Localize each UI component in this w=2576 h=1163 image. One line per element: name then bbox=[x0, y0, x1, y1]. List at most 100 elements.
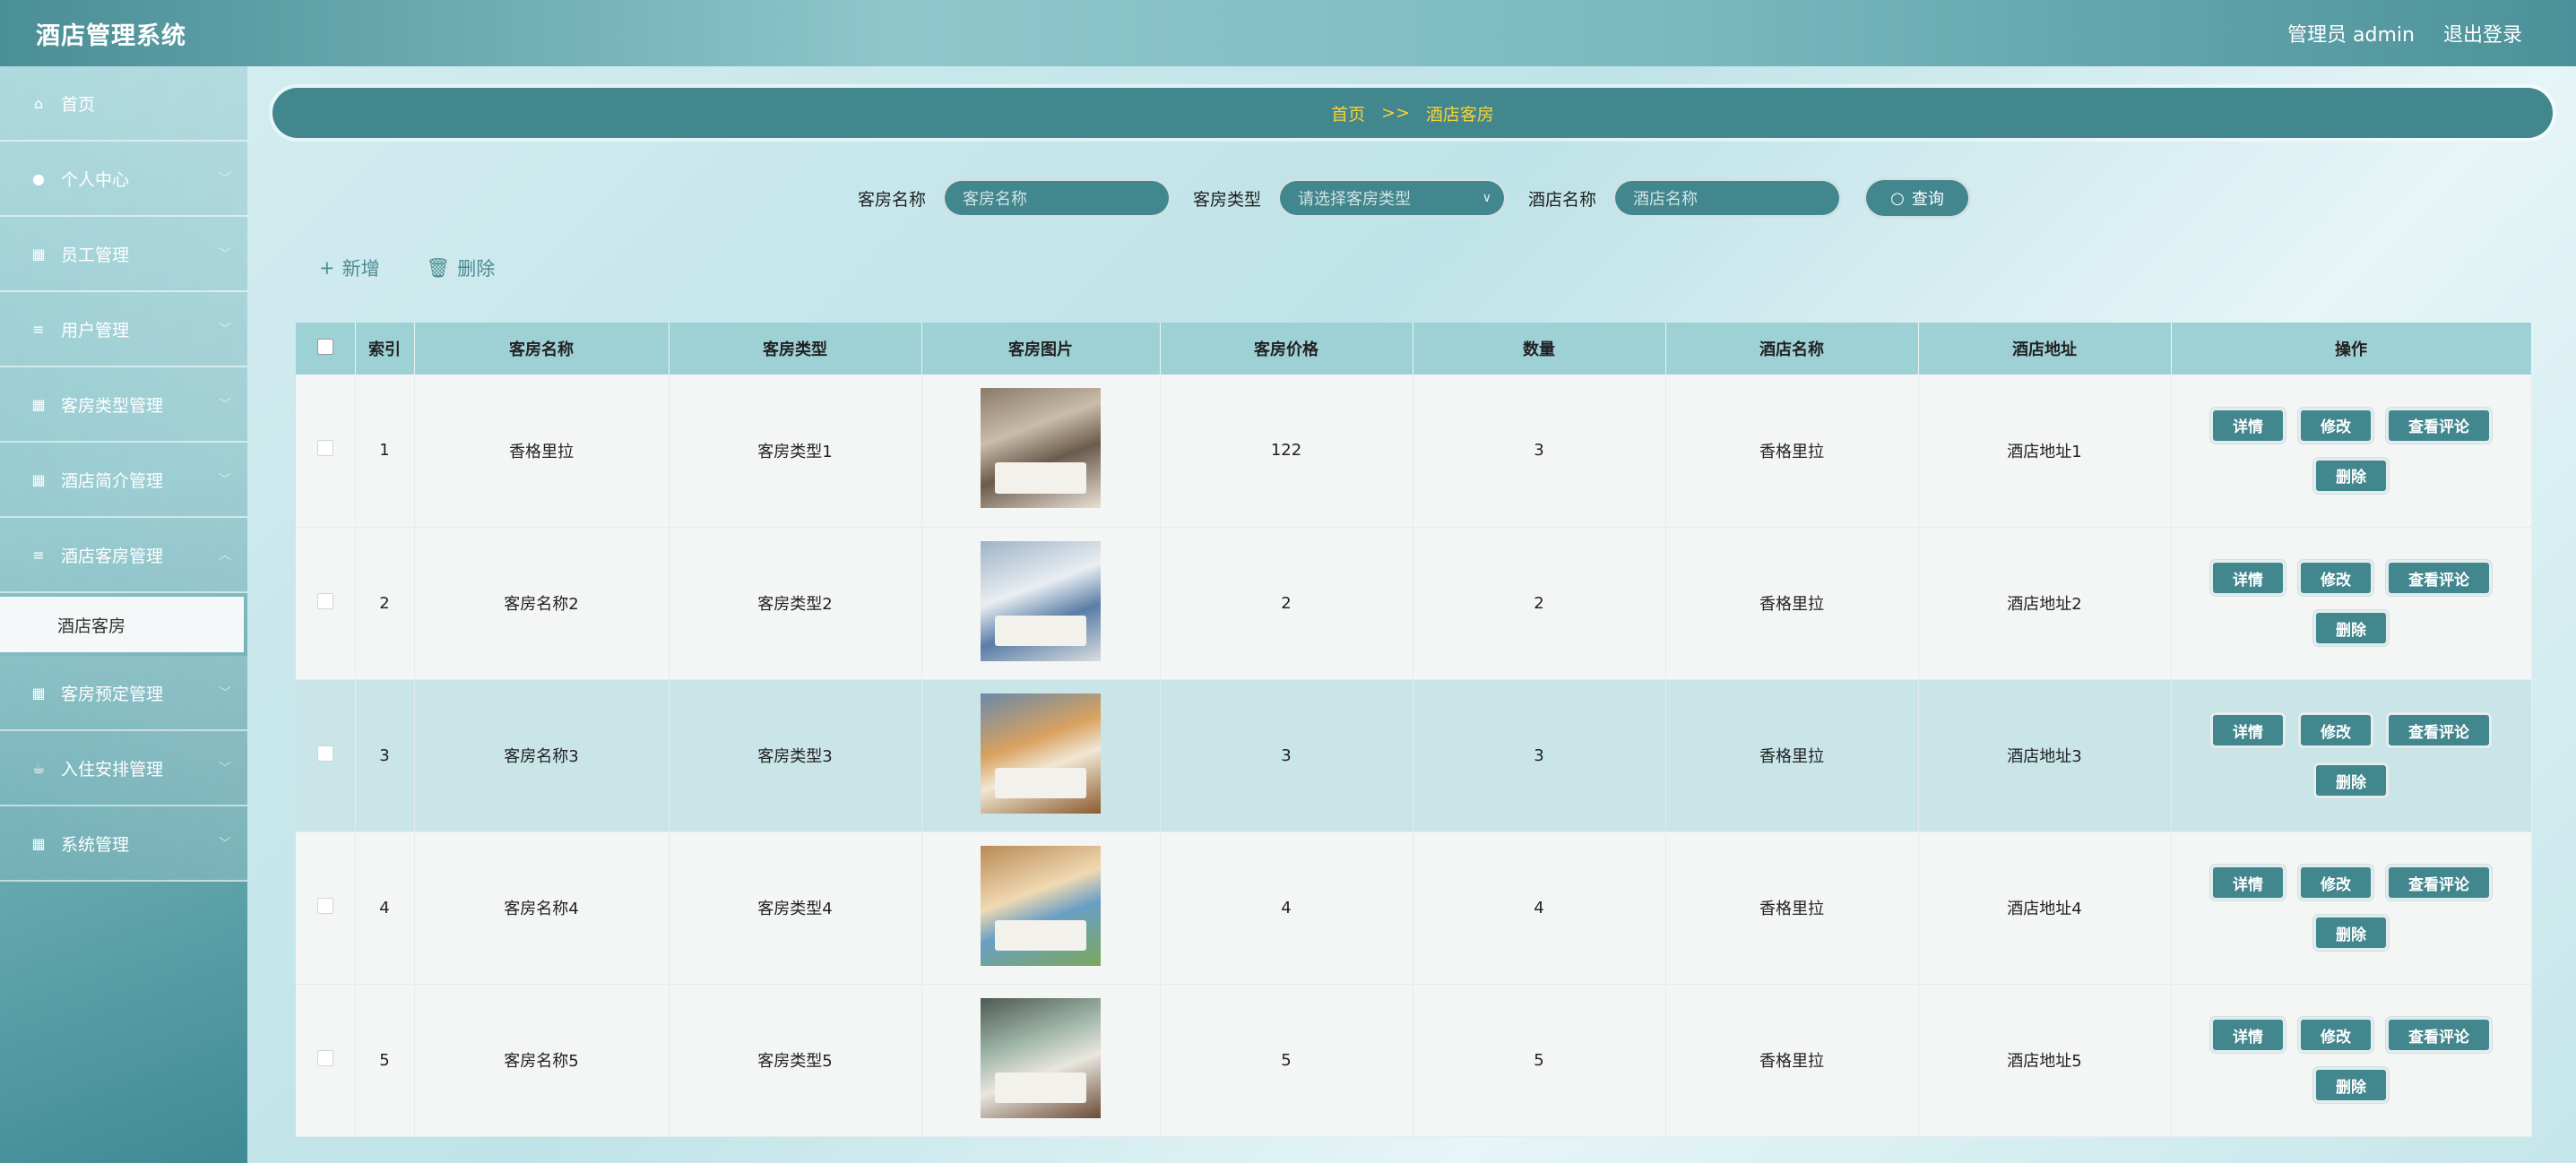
detail-button[interactable]: 详情 bbox=[2210, 1017, 2286, 1053]
sidebar-item-profile[interactable]: ● 个人中心 ﹀ bbox=[0, 142, 247, 217]
view-reviews-button[interactable]: 查看评论 bbox=[2386, 560, 2492, 596]
breadcrumb-separator: >> bbox=[1381, 103, 1410, 123]
cup-icon: ☕ bbox=[31, 759, 46, 777]
sidebar-item-label: 入住安排管理 bbox=[61, 759, 164, 780]
hotel-address-cell: 酒店地址2 bbox=[1918, 527, 2172, 680]
room-name-cell: 客房名称4 bbox=[414, 831, 670, 985]
delete-button[interactable]: 删除 bbox=[2313, 915, 2389, 951]
sidebar-item-room-types[interactable]: ▦ 客房类型管理 ﹀ bbox=[0, 367, 247, 443]
table-row: 2 客房名称2 客房类型2 2 2 香格里拉 酒店地址2 详情 修改 查看评论 … bbox=[296, 527, 2532, 680]
room-image bbox=[981, 693, 1101, 814]
sidebar-item-hotel-intro[interactable]: ▦ 酒店简介管理 ﹀ bbox=[0, 443, 247, 518]
column-header: 客房图片 bbox=[921, 323, 1161, 375]
sidebar-subitem-hotel-rooms[interactable]: 酒店客房 bbox=[0, 597, 244, 652]
room-type-placeholder: 请选择客房类型 bbox=[1298, 190, 1411, 209]
room-name-label: 客房名称 bbox=[857, 189, 926, 210]
toolbar: + 新增 🗑 删除 bbox=[319, 254, 495, 281]
breadcrumb-home[interactable]: 首页 bbox=[1331, 101, 1365, 125]
row-select-cell bbox=[296, 527, 356, 680]
grid-icon: ▦ bbox=[31, 395, 46, 413]
sidebar-item-reservations[interactable]: ▦ 客房预定管理 ﹀ bbox=[0, 656, 247, 731]
column-header: 客房类型 bbox=[669, 323, 922, 375]
detail-button[interactable]: 详情 bbox=[2210, 712, 2286, 748]
hotel-address-cell: 酒店地址3 bbox=[1918, 679, 2172, 832]
room-name-input[interactable]: 客房名称 bbox=[941, 178, 1171, 218]
chevron-up-icon: ︿ bbox=[219, 548, 231, 563]
edit-button[interactable]: 修改 bbox=[2298, 407, 2373, 444]
detail-button[interactable]: 详情 bbox=[2210, 407, 2286, 444]
logout-button[interactable]: 退出登录 bbox=[2443, 19, 2522, 47]
sidebar: ⌂ 首页 ● 个人中心 ﹀ ▦ 员工管理 ﹀ ≡ 用户管理 ﹀ ▦ 客房类型管理… bbox=[0, 66, 247, 1163]
delete-button[interactable]: 删除 bbox=[2313, 457, 2389, 494]
hotel-address-cell: 酒店地址1 bbox=[1918, 375, 2172, 528]
room-type-select[interactable]: 请选择客房类型 ∨ bbox=[1277, 178, 1507, 218]
view-reviews-button[interactable]: 查看评论 bbox=[2386, 712, 2492, 748]
delete-button[interactable]: 删除 bbox=[2313, 610, 2389, 646]
room-type-label: 客房类型 bbox=[1192, 189, 1261, 210]
room-image-cell bbox=[921, 527, 1161, 680]
breadcrumb: 首页 >> 酒店客房 bbox=[272, 88, 2553, 138]
room-type-cell: 客房类型4 bbox=[669, 831, 922, 985]
room-image bbox=[981, 388, 1101, 509]
operations-cell: 详情 修改 查看评论 删除 bbox=[2171, 527, 2532, 680]
quantity-cell: 4 bbox=[1413, 831, 1666, 985]
app-title: 酒店管理系统 bbox=[36, 22, 186, 50]
detail-button[interactable]: 详情 bbox=[2210, 560, 2286, 596]
home-icon: ⌂ bbox=[33, 94, 44, 112]
edit-button[interactable]: 修改 bbox=[2298, 1017, 2373, 1053]
room-type-cell: 客房类型5 bbox=[669, 984, 922, 1137]
edit-button[interactable]: 修改 bbox=[2298, 865, 2373, 900]
query-button-label: 查询 bbox=[1911, 190, 1944, 209]
room-image bbox=[981, 540, 1101, 661]
view-reviews-button[interactable]: 查看评论 bbox=[2386, 1017, 2492, 1053]
row-checkbox[interactable] bbox=[316, 1049, 333, 1066]
hotel-name-cell: 香格里拉 bbox=[1665, 831, 1919, 985]
edit-button[interactable]: 修改 bbox=[2298, 712, 2373, 748]
add-button[interactable]: + 新增 bbox=[319, 254, 380, 281]
view-reviews-button[interactable]: 查看评论 bbox=[2386, 865, 2492, 900]
table-row: 1 香格里拉 客房类型1 122 3 香格里拉 酒店地址1 详情 修改 查看评论… bbox=[296, 375, 2532, 528]
sidebar-item-home[interactable]: ⌂ 首页 bbox=[0, 66, 247, 142]
sidebar-item-system[interactable]: ▦ 系统管理 ﹀ bbox=[0, 806, 247, 882]
detail-button[interactable]: 详情 bbox=[2210, 865, 2286, 900]
row-checkbox[interactable] bbox=[316, 592, 333, 609]
room-image-cell bbox=[921, 679, 1161, 832]
sidebar-item-label: 客房类型管理 bbox=[61, 395, 164, 416]
list-icon: ≡ bbox=[32, 546, 45, 564]
row-checkbox[interactable] bbox=[316, 440, 333, 457]
query-button[interactable]: ○ 查询 bbox=[1863, 177, 1972, 219]
column-header: 客房名称 bbox=[414, 323, 670, 375]
table-row: 4 客房名称4 客房类型4 4 4 香格里拉 酒店地址4 详情 修改 查看评论 … bbox=[296, 831, 2532, 985]
search-icon: ○ bbox=[1890, 188, 1905, 208]
select-all-checkbox[interactable] bbox=[316, 338, 333, 355]
sidebar-item-hotel-rooms[interactable]: ≡ 酒店客房管理 ︿ bbox=[0, 518, 247, 593]
hotel-name-cell: 香格里拉 bbox=[1665, 527, 1919, 680]
breadcrumb-current: 酒店客房 bbox=[1425, 104, 1494, 125]
room-name-cell: 香格里拉 bbox=[414, 375, 670, 528]
sidebar-item-label: 酒店简介管理 bbox=[61, 470, 164, 491]
row-select-cell bbox=[296, 984, 356, 1137]
sidebar-item-label: 员工管理 bbox=[61, 245, 130, 265]
hotel-name-input[interactable]: 酒店名称 bbox=[1612, 178, 1843, 218]
row-checkbox[interactable] bbox=[316, 745, 333, 762]
sidebar-item-staff[interactable]: ▦ 员工管理 ﹀ bbox=[0, 217, 247, 292]
delete-button[interactable]: 删除 bbox=[2313, 1067, 2389, 1103]
edit-button[interactable]: 修改 bbox=[2298, 560, 2373, 596]
operations-cell: 详情 修改 查看评论 删除 bbox=[2171, 375, 2532, 528]
sidebar-item-label: 个人中心 bbox=[61, 169, 130, 190]
sidebar-item-users[interactable]: ≡ 用户管理 ﹀ bbox=[0, 292, 247, 367]
sidebar-item-label: 用户管理 bbox=[61, 320, 130, 340]
chevron-down-icon: ﹀ bbox=[219, 323, 231, 337]
sidebar-item-label: 客房预定管理 bbox=[61, 684, 164, 704]
batch-delete-button[interactable]: 🗑 删除 bbox=[427, 254, 496, 281]
chevron-down-icon: ﹀ bbox=[219, 247, 231, 262]
trash-icon: 🗑 bbox=[426, 256, 451, 279]
sidebar-item-checkin[interactable]: ☕ 入住安排管理 ﹀ bbox=[0, 731, 247, 806]
sidebar-item-label: 系统管理 bbox=[61, 834, 130, 855]
price-cell: 4 bbox=[1160, 831, 1413, 985]
delete-button[interactable]: 删除 bbox=[2313, 762, 2389, 798]
grid-icon: ▦ bbox=[31, 470, 46, 488]
view-reviews-button[interactable]: 查看评论 bbox=[2386, 407, 2492, 444]
row-checkbox[interactable] bbox=[316, 897, 333, 914]
room-image-cell bbox=[921, 375, 1161, 528]
